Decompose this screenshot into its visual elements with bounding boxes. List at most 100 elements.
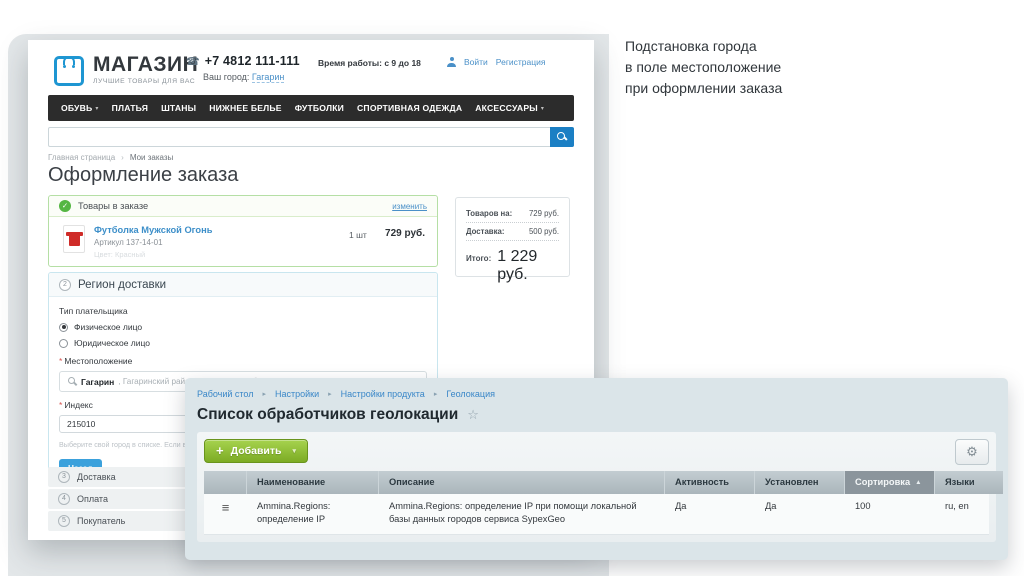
chevron-down-icon: ▾ xyxy=(292,447,296,455)
column-header-installed[interactable]: Установлен xyxy=(755,471,845,494)
nav-item-sportswear[interactable]: СПОРТИВНАЯ ОДЕЖДА xyxy=(357,103,462,113)
nav-item-underwear[interactable]: НИЖНЕЕ БЕЛЬЕ xyxy=(209,103,281,113)
annotation-line: в поле местоположение xyxy=(625,57,782,78)
work-hours: Время работы: с 9 до 18 xyxy=(318,58,421,68)
cell-languages: ru, en xyxy=(935,494,1003,534)
product-note: Цвет: Красный xyxy=(94,250,212,259)
column-header-sort[interactable]: Сортировка▲ xyxy=(845,471,935,494)
order-items-box: ✓ Товары в заказе изменить Футболка Мужс… xyxy=(48,195,438,267)
admin-breadcrumb: Рабочий стол ▸ Настройки ▸ Настройки про… xyxy=(197,389,996,399)
summary-items-value: 729 руб. xyxy=(529,209,559,218)
breadcrumb-separator-icon: ▸ xyxy=(263,390,267,398)
cell-active: Да xyxy=(665,494,755,534)
search-icon xyxy=(68,377,77,386)
summary-total-value: 1 229 руб. xyxy=(497,248,559,284)
product-quantity: 1 шт xyxy=(349,230,367,240)
step-number-icon: 3 xyxy=(58,471,70,483)
cell-name: Ammina.Regions: определение IP xyxy=(247,494,379,534)
shopping-bag-icon xyxy=(54,53,84,86)
region-box-title: Регион доставки xyxy=(78,279,166,291)
city-label: Ваш город: xyxy=(203,72,249,82)
shop-logo-title: МАГАЗИН xyxy=(93,53,198,76)
breadcrumb-home[interactable]: Главная страница xyxy=(48,153,115,162)
product-name-link[interactable]: Футболка Мужской Огонь xyxy=(94,225,212,235)
admin-window: Рабочий стол ▸ Настройки ▸ Настройки про… xyxy=(185,378,1008,560)
breadcrumb: Главная страница › Мои заказы xyxy=(48,153,173,162)
handlers-table: Наименование Описание Активность Установ… xyxy=(204,471,989,535)
admin-content-panel: + Добавить ▾ ⚙ Наименование Описание Акт… xyxy=(197,432,996,542)
breadcrumb-separator-icon: ▸ xyxy=(434,390,438,398)
summary-items-row: Товаров на: 729 руб. xyxy=(466,205,559,223)
admin-breadcrumb-product-settings[interactable]: Настройки продукта xyxy=(341,389,425,399)
favorite-star-icon[interactable]: ☆ xyxy=(467,407,479,423)
chevron-down-icon: ▾ xyxy=(95,105,98,112)
shop-logo-tagline: ЛУЧШИЕ ТОВАРЫ ДЛЯ ВАС xyxy=(93,78,198,85)
nav-item-tshirts[interactable]: ФУТБОЛКИ xyxy=(295,103,344,113)
nav-item-accessories[interactable]: АКСЕССУАРЫ ▾ xyxy=(475,103,544,113)
column-header-description[interactable]: Описание xyxy=(379,471,665,494)
postcode-input[interactable]: 215010 xyxy=(59,415,189,433)
drag-column-header xyxy=(204,471,247,494)
summary-delivery-row: Доставка: 500 руб. xyxy=(466,223,559,241)
location-city-value: Гагарин xyxy=(81,377,114,387)
admin-page-title: Список обработчиков геолокации xyxy=(197,406,458,424)
summary-items-label: Товаров на: xyxy=(466,209,512,218)
column-header-name[interactable]: Наименование xyxy=(247,471,379,494)
search-bar xyxy=(48,127,574,147)
column-header-active[interactable]: Активность xyxy=(665,471,755,494)
table-row: ≡ Ammina.Regions: определение IP Ammina.… xyxy=(204,494,989,535)
cell-installed: Да xyxy=(755,494,845,534)
summary-total-label: Итого: xyxy=(466,254,491,263)
radio-selected-icon[interactable] xyxy=(59,323,68,332)
shop-logo[interactable]: МАГАЗИН ЛУЧШИЕ ТОВАРЫ ДЛЯ ВАС xyxy=(54,53,198,86)
phone-number[interactable]: +7 4812 111-111 xyxy=(205,54,300,68)
step-number-icon: 2 xyxy=(59,279,71,291)
plus-icon: + xyxy=(216,446,224,456)
product-price: 729 руб. xyxy=(385,228,425,239)
admin-breadcrumb-geolocation[interactable]: Геолокация xyxy=(446,389,495,399)
search-input[interactable] xyxy=(48,127,574,147)
nav-item-dresses[interactable]: ПЛАТЬЯ xyxy=(112,103,148,113)
search-icon xyxy=(557,132,567,142)
product-sku: Артикул 137-14-01 xyxy=(94,238,212,247)
edit-order-link[interactable]: изменить xyxy=(392,202,427,211)
admin-breadcrumb-settings[interactable]: Настройки xyxy=(275,389,319,399)
account-block: Войти Регистрация xyxy=(447,57,546,67)
annotation-text: Подстановка города в поле местоположение… xyxy=(625,36,782,99)
cell-sort: 100 xyxy=(845,494,935,534)
product-thumbnail xyxy=(63,225,85,253)
page-title: Оформление заказа xyxy=(48,164,238,187)
step-number-icon: 5 xyxy=(58,515,70,527)
nav-item-pants[interactable]: ШТАНЫ xyxy=(161,103,196,113)
login-link[interactable]: Войти xyxy=(464,57,488,67)
radio-unselected-icon[interactable] xyxy=(59,339,68,348)
required-mark: * xyxy=(59,356,62,366)
breadcrumb-separator-icon: ▸ xyxy=(328,390,332,398)
contact-block: ☎ +7 4812 111-111 Ваш город: Гагарин xyxy=(186,54,300,82)
city-link[interactable]: Гагарин xyxy=(252,72,284,83)
product-row: Футболка Мужской Огонь Артикул 137-14-01… xyxy=(49,217,437,259)
summary-delivery-value: 500 руб. xyxy=(529,227,559,236)
chevron-down-icon: ▾ xyxy=(541,105,544,112)
phone-icon: ☎ xyxy=(186,55,200,68)
drag-handle-icon[interactable]: ≡ xyxy=(204,494,247,534)
payer-legal-option[interactable]: Юридическое лицо xyxy=(59,338,427,348)
user-icon xyxy=(447,57,456,67)
payer-individual-option[interactable]: Физическое лицо xyxy=(59,322,427,332)
main-nav: ОБУВЬ ▾ ПЛАТЬЯ ШТАНЫ НИЖНЕЕ БЕЛЬЕ ФУТБОЛ… xyxy=(48,95,574,121)
settings-gear-button[interactable]: ⚙ xyxy=(955,439,989,465)
table-header-row: Наименование Описание Активность Установ… xyxy=(204,471,989,494)
annotation-line: при оформлении заказа xyxy=(625,78,782,99)
search-button[interactable] xyxy=(550,127,574,147)
register-link[interactable]: Регистрация xyxy=(496,57,546,67)
nav-item-shoes[interactable]: ОБУВЬ ▾ xyxy=(61,103,99,113)
column-header-languages[interactable]: Языки xyxy=(935,471,1003,494)
summary-total-row: Итого: 1 229 руб. xyxy=(466,248,559,284)
annotation-line: Подстановка города xyxy=(625,36,782,57)
location-label: *Местоположение xyxy=(59,356,427,366)
cell-description: Ammina.Regions: определение IP при помощ… xyxy=(379,494,665,534)
breadcrumb-separator-icon: › xyxy=(121,153,124,162)
tshirt-image xyxy=(69,232,80,246)
add-button[interactable]: + Добавить ▾ xyxy=(204,439,308,463)
admin-breadcrumb-desktop[interactable]: Рабочий стол xyxy=(197,389,254,399)
